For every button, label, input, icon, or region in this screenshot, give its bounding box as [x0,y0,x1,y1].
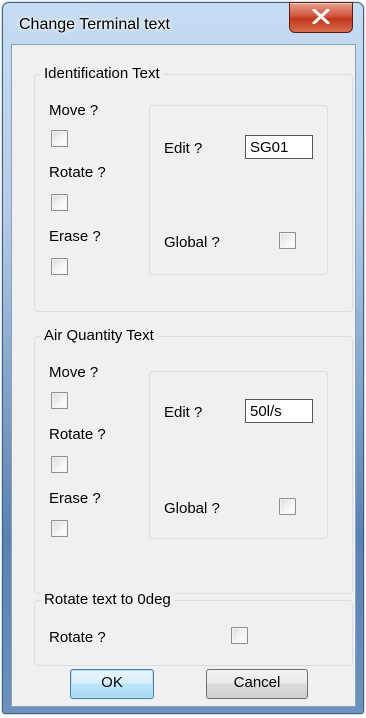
air-rotate-label: Rotate ? [49,426,106,443]
rotate-text-checkbox[interactable] [231,627,248,644]
close-icon [312,9,330,24]
id-rotate-checkbox[interactable] [51,194,68,211]
rotate-text-group: Rotate text to 0deg Rotate ? [34,591,353,666]
air-move-label: Move ? [49,364,99,381]
id-edit-panel: Edit ? Global ? [149,105,328,275]
id-move-label: Move ? [49,102,99,119]
air-rotate-checkbox[interactable] [51,456,68,473]
id-global-label: Global ? [164,234,220,251]
air-quantity-group-title: Air Quantity Text [41,327,157,344]
rotate-text-label: Rotate ? [49,629,106,646]
air-erase-checkbox[interactable] [51,520,68,537]
id-edit-input[interactable] [245,135,313,159]
air-edit-label: Edit ? [164,404,203,421]
ok-button[interactable]: OK [70,669,154,699]
air-global-checkbox[interactable] [279,498,296,515]
title-bar[interactable]: Change Terminal text [3,2,363,43]
air-edit-input[interactable] [245,399,313,423]
air-move-checkbox[interactable] [51,392,68,409]
air-quantity-group: Air Quantity Text Move ? Rotate ? Erase … [34,327,353,594]
cancel-button[interactable]: Cancel [206,669,308,699]
id-erase-checkbox[interactable] [51,258,68,275]
air-erase-label: Erase ? [49,490,101,507]
identification-group: Identification Text Move ? Rotate ? Eras… [34,65,353,312]
id-global-checkbox[interactable] [279,232,296,249]
dialog-window: Change Terminal text Identification Text… [2,2,364,714]
id-rotate-label: Rotate ? [49,164,106,181]
id-erase-label: Erase ? [49,228,101,245]
air-edit-panel: Edit ? Global ? [149,371,328,539]
dialog-title: Change Terminal text [19,16,170,33]
dialog-body: Identification Text Move ? Rotate ? Eras… [11,44,356,707]
air-global-label: Global ? [164,500,220,517]
identification-group-title: Identification Text [41,65,163,82]
id-move-checkbox[interactable] [51,130,68,147]
close-button[interactable] [289,2,353,33]
rotate-text-group-title: Rotate text to 0deg [41,591,174,608]
id-edit-label: Edit ? [164,140,203,157]
